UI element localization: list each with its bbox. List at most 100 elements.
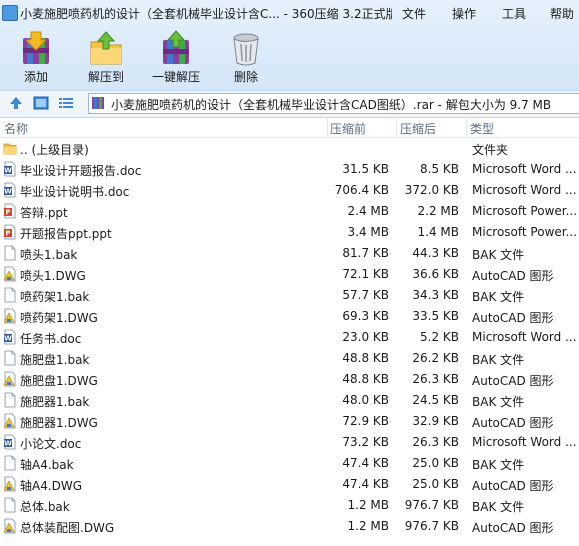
file-type: BAK 文件 <box>472 395 525 409</box>
file-row[interactable]: P 答辩.ppt 2.4 MB 2.2 MB Microsoft Power... <box>0 201 579 222</box>
word-document-icon: W <box>4 161 16 177</box>
file-name: 开题报告ppt.ppt <box>20 227 112 241</box>
file-size-after: 44.3 KB <box>412 246 459 260</box>
file-name: 总体装配图.DWG <box>20 521 115 535</box>
word-document-icon: W <box>4 434 16 450</box>
file-row[interactable]: 喷头1.DWG 72.1 KB 36.6 KB AutoCAD 图形 <box>0 264 579 285</box>
file-type: BAK 文件 <box>472 248 525 262</box>
autocad-drawing-icon <box>3 476 16 492</box>
file-type: AutoCAD 图形 <box>472 374 554 388</box>
generic-file-icon <box>4 497 16 513</box>
trash-icon <box>233 33 259 66</box>
file-row[interactable]: W 任务书.doc 23.0 KB 5.2 KB Microsoft Word ... <box>0 327 579 348</box>
file-name: 任务书.doc <box>20 332 82 346</box>
file-name: 施肥盘1.DWG <box>20 374 98 388</box>
word-document-icon: W <box>4 329 16 345</box>
svg-text:W: W <box>4 188 12 196</box>
file-name: 施肥器1.bak <box>20 395 90 409</box>
file-row[interactable]: W 毕业设计开题报告.doc 31.5 KB 8.5 KB Microsoft Word… <box>0 159 579 180</box>
up-arrow-icon[interactable] <box>8 95 24 111</box>
file-row[interactable]: 施肥器1.DWG 72.9 KB 32.9 KB AutoCAD 图形 <box>0 411 579 432</box>
app-icon <box>2 5 18 21</box>
menu-tools[interactable]: 工具 <box>502 5 526 22</box>
file-name: 施肥器1.DWG <box>20 416 98 430</box>
file-row[interactable]: 施肥盘1.bak 48.8 KB 26.2 KB BAK 文件 <box>0 348 579 369</box>
file-row[interactable]: 喷头1.bak 81.7 KB 44.3 KB BAK 文件 <box>0 243 579 264</box>
one-click-extract-button[interactable]: 一键解压 <box>146 28 206 86</box>
generic-file-icon <box>4 350 16 366</box>
extract-folder-icon <box>90 31 122 65</box>
svg-text:W: W <box>4 335 12 343</box>
file-size-after: 976.7 KB <box>404 498 459 512</box>
file-row[interactable]: 施肥器1.bak 48.0 KB 24.5 KB BAK 文件 <box>0 390 579 411</box>
large-icon-view-icon[interactable] <box>33 95 49 111</box>
column-divider <box>396 118 397 137</box>
file-size-after: 26.3 KB <box>412 435 459 449</box>
column-name-header[interactable]: 名称 <box>4 120 28 136</box>
generic-file-icon <box>4 287 16 303</box>
powerpoint-document-icon: P <box>4 224 16 240</box>
file-size-before: 73.2 KB <box>342 435 389 449</box>
column-size-header[interactable]: 压缩后 <box>400 120 436 136</box>
file-name: 答辩.ppt <box>20 206 68 220</box>
file-row[interactable]: 总体.bak 1.2 MB 976.7 KB BAK 文件 <box>0 495 579 516</box>
file-name: 轴A4.bak <box>20 458 74 472</box>
file-size-before: 47.4 KB <box>342 456 389 470</box>
file-size-before: 48.8 KB <box>342 372 389 386</box>
file-type: BAK 文件 <box>472 458 525 472</box>
file-size-after: 2.2 MB <box>417 204 459 218</box>
column-type-header[interactable]: 类型 <box>470 120 494 136</box>
generic-file-icon <box>4 245 16 261</box>
file-row[interactable]: 施肥盘1.DWG 48.8 KB 26.3 KB AutoCAD 图形 <box>0 369 579 390</box>
file-size-after: 34.3 KB <box>412 288 459 302</box>
file-type: AutoCAD 图形 <box>472 311 554 325</box>
file-name: 喷药架1.DWG <box>20 311 98 325</box>
toolbar: 添加 解压到 一键解压 删除 <box>0 28 579 88</box>
add-button[interactable]: 添加 <box>6 28 66 86</box>
file-row[interactable]: 轴A4.DWG 47.4 KB 25.0 KB AutoCAD 图形 <box>0 474 579 495</box>
menu-file[interactable]: 文件 <box>402 5 426 22</box>
one-click-extract-icon <box>163 30 189 64</box>
menu-help[interactable]: 帮助 <box>550 5 574 22</box>
svg-text:W: W <box>4 167 12 175</box>
file-size-before: 81.7 KB <box>342 246 389 260</box>
file-name: 毕业设计开题报告.doc <box>20 164 142 178</box>
path-field[interactable]: 小麦施肥喷药机的设计（全套机械毕业设计含CAD图纸）.rar - 解包大小为 9… <box>88 93 579 114</box>
top-area: 小麦施肥喷药机的设计（全套机械毕业设计含C... - 360压缩 3.2正式版 … <box>0 0 579 90</box>
file-row[interactable]: 总体装配图.DWG 1.2 MB 976.7 KB AutoCAD 图形 <box>0 516 579 537</box>
file-name: 小论文.doc <box>20 437 82 451</box>
file-size-before: 31.5 KB <box>342 162 389 176</box>
file-name: 喷头1.bak <box>20 248 78 262</box>
word-document-icon: W <box>4 182 16 198</box>
file-name: 毕业设计说明书.doc <box>20 185 130 199</box>
file-name: 喷药架1.bak <box>20 290 90 304</box>
autocad-drawing-icon <box>3 413 16 429</box>
file-name: 总体.bak <box>20 500 70 514</box>
svg-text:P: P <box>5 209 10 217</box>
menu-operation[interactable]: 操作 <box>452 5 476 22</box>
file-size-after: 36.6 KB <box>412 267 459 281</box>
add-archive-icon <box>23 31 49 64</box>
file-row[interactable]: W 毕业设计说明书.doc 706.4 KB 372.0 KB Microsoft Wo… <box>0 180 579 201</box>
file-row[interactable]: P 开题报告ppt.ppt 3.4 MB 1.4 MB Microsoft Power.… <box>0 222 579 243</box>
file-size-before: 48.8 KB <box>342 351 389 365</box>
file-type: Microsoft Word ... <box>472 162 577 176</box>
column-compressed-header[interactable]: 压缩前 <box>330 120 366 136</box>
list-view-icon[interactable] <box>58 95 74 111</box>
file-type: Microsoft Word ... <box>472 435 577 449</box>
file-row[interactable]: 喷药架1.DWG 69.3 KB 33.5 KB AutoCAD 图形 <box>0 306 579 327</box>
file-size-before: 3.4 MB <box>347 225 389 239</box>
column-divider <box>466 118 467 137</box>
file-row[interactable]: W 小论文.doc 73.2 KB 26.3 KB Microsoft Word ... <box>0 432 579 453</box>
file-size-before: 47.4 KB <box>342 477 389 491</box>
extract-to-button[interactable]: 解压到 <box>76 28 136 86</box>
extract-to-label: 解压到 <box>87 70 124 84</box>
column-divider <box>327 118 328 137</box>
autocad-drawing-icon <box>3 371 16 387</box>
delete-button[interactable]: 删除 <box>216 28 276 86</box>
file-row[interactable]: 喷药架1.bak 57.7 KB 34.3 KB BAK 文件 <box>0 285 579 306</box>
file-row[interactable]: .. (上级目录) 文件夹 <box>0 138 579 159</box>
title-bar: 小麦施肥喷药机的设计（全套机械毕业设计含C... - 360压缩 3.2正式版 … <box>0 0 579 26</box>
file-row[interactable]: 轴A4.bak 47.4 KB 25.0 KB BAK 文件 <box>0 453 579 474</box>
file-name: 施肥盘1.bak <box>20 353 90 367</box>
